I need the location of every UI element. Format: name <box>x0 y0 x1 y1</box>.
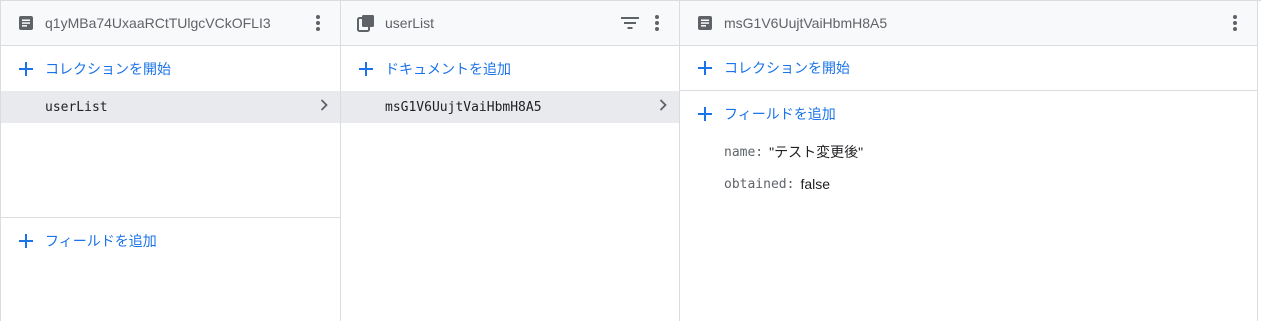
field-key: obtained: <box>724 176 795 192</box>
panel-header: msG1V6UujtVaiHbmH8A5 <box>680 1 1257 46</box>
panel-header: q1yMBa74UxaaRCtTUlgcVCkOFLI3 <box>1 1 340 46</box>
panel-header: userList <box>341 1 679 46</box>
panel-title: msG1V6UujtVaiHbmH8A5 <box>724 15 888 31</box>
filter-icon[interactable] <box>619 13 641 33</box>
field-row-obtained[interactable]: obtained: false <box>680 168 1257 200</box>
document-icon <box>696 14 714 32</box>
field-key: name: <box>724 144 764 160</box>
start-collection-label: コレクションを開始 <box>724 60 850 76</box>
collection-panel: userList ドキュメントを追加 msG1V6UujtVaiHbmH8A5 <box>340 1 679 321</box>
list-item-label: msG1V6UujtVaiHbmH8A5 <box>385 99 542 115</box>
more-vert-icon[interactable] <box>647 13 667 33</box>
add-field-label: フィールドを追加 <box>724 105 836 122</box>
collection-item-userlist[interactable]: userList <box>1 91 340 123</box>
more-vert-icon[interactable] <box>308 13 328 33</box>
add-icon <box>15 230 37 252</box>
document-icon <box>17 14 35 32</box>
panel-title: q1yMBa74UxaaRCtTUlgcVCkOFLI3 <box>45 15 271 31</box>
chevron-right-icon <box>320 98 328 116</box>
collection-icon <box>357 14 375 32</box>
add-icon <box>15 58 37 80</box>
field-value: "テスト変更後" <box>769 144 864 160</box>
add-document-button[interactable]: ドキュメントを追加 <box>341 46 679 91</box>
collections-area <box>1 123 340 218</box>
start-collection-label: コレクションを開始 <box>45 60 171 77</box>
panel-title: userList <box>385 15 435 31</box>
document-panel-detail: msG1V6UujtVaiHbmH8A5 コレクションを開始 フィールドを追加 … <box>679 1 1258 321</box>
list-item-label: userList <box>45 99 108 115</box>
start-collection-button[interactable]: コレクションを開始 <box>1 46 340 91</box>
more-vert-icon[interactable] <box>1225 13 1245 33</box>
add-field-button[interactable]: フィールドを追加 <box>1 218 340 263</box>
add-document-label: ドキュメントを追加 <box>385 60 511 77</box>
add-icon <box>355 58 377 80</box>
add-icon <box>694 103 716 125</box>
start-collection-button[interactable]: コレクションを開始 <box>680 46 1257 91</box>
add-icon <box>694 57 716 79</box>
add-field-button[interactable]: フィールドを追加 <box>680 91 1257 136</box>
field-row-name[interactable]: name: "テスト変更後" <box>680 136 1257 168</box>
document-item[interactable]: msG1V6UujtVaiHbmH8A5 <box>341 91 679 123</box>
firestore-data-panels: q1yMBa74UxaaRCtTUlgcVCkOFLI3 コレクションを開始 u… <box>0 0 1261 321</box>
document-panel-root: q1yMBa74UxaaRCtTUlgcVCkOFLI3 コレクションを開始 u… <box>0 1 340 321</box>
chevron-right-icon <box>659 98 667 116</box>
add-field-label: フィールドを追加 <box>45 232 157 249</box>
field-value: false <box>800 176 831 192</box>
